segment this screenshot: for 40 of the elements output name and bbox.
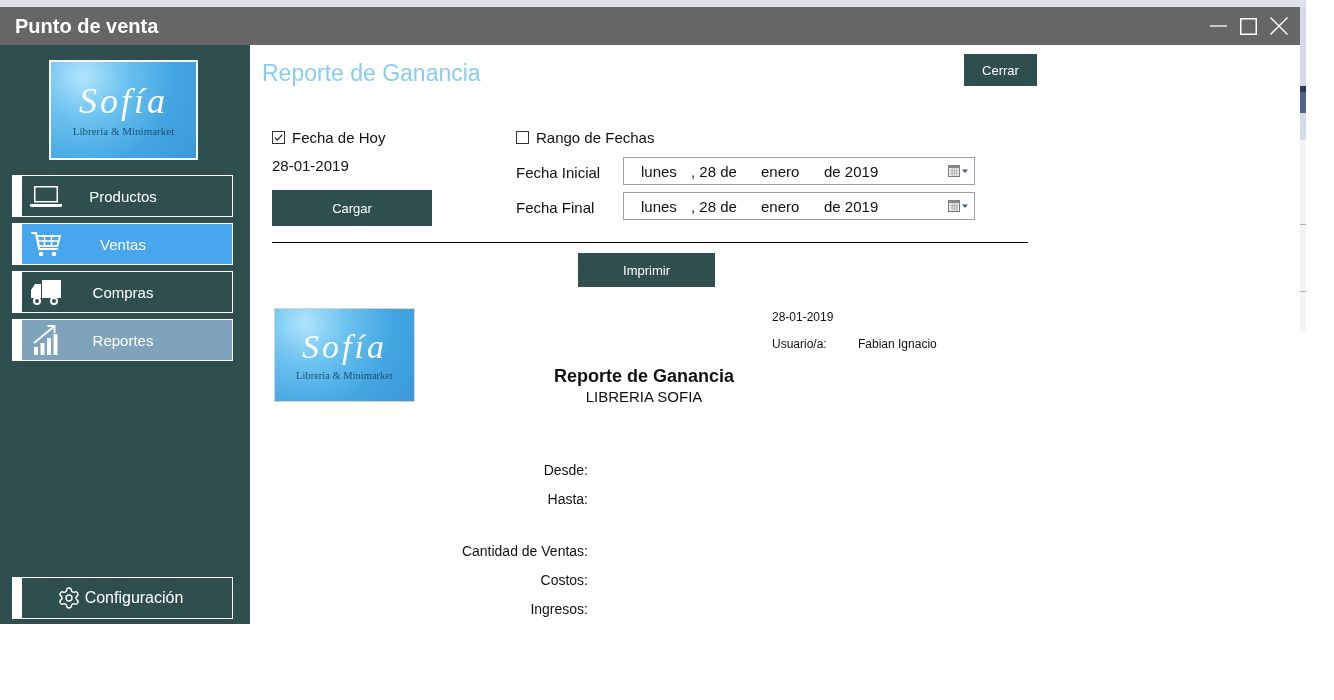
checkbox[interactable]: [516, 130, 529, 144]
report-field-label: Costos:: [540, 571, 588, 590]
calendar-icon[interactable]: [948, 165, 969, 177]
checkbox-label[interactable]: Rango de Fechas: [536, 128, 655, 146]
report-field-label: Hasta:: [547, 490, 588, 509]
bar-chart-icon: [33, 325, 59, 355]
maximize-icon[interactable]: [1240, 17, 1257, 35]
calendar-icon[interactable]: [948, 200, 969, 212]
report-field-label: Cantidad de Ventas:: [461, 542, 588, 561]
logo-tagline: Librería & Minimarket: [72, 125, 175, 137]
settings-icon: [56, 586, 81, 610]
logo-tagline: Librería & Minimarket: [296, 369, 393, 381]
date-picker[interactable]: lunes , 28 de enero de 2019: [623, 192, 975, 220]
report-subtitle: LIBRERIA SOFIA: [585, 387, 703, 407]
date-picker[interactable]: lunes , 28 de enero de 2019: [623, 157, 975, 185]
load-button[interactable]: Cargar: [272, 190, 432, 226]
logo-wordmark: Sofía: [302, 329, 387, 364]
truck-icon: [31, 279, 61, 305]
user-name: Fabian Ignacio: [858, 337, 937, 351]
shopping-cart-icon: [31, 231, 61, 257]
nav-button[interactable]: Compras: [12, 271, 233, 313]
user-label: Usuario/a:: [772, 337, 827, 351]
close-icon[interactable]: [1270, 17, 1288, 35]
field-label: Fecha Inicial: [516, 164, 601, 181]
laptop-icon: [30, 185, 62, 207]
date-text: 28-01-2019: [272, 157, 349, 175]
report-field-label: Ingresos:: [530, 600, 588, 619]
report-date: 28-01-2019: [772, 310, 834, 324]
logo-wordmark: Sofía: [79, 83, 168, 119]
report-field-label: Desde:: [543, 461, 588, 480]
settings-button[interactable]: Configuración: [12, 577, 233, 619]
close-button[interactable]: Cerrar: [964, 54, 1037, 86]
print-button[interactable]: Imprimir: [578, 253, 715, 287]
field-label: Fecha Final: [516, 199, 595, 216]
report-title: Reporte de Ganancia: [553, 365, 735, 387]
checkbox[interactable]: [272, 130, 285, 144]
page-title: Reporte de Ganancia: [262, 60, 481, 86]
window-title: Punto de venta: [15, 14, 159, 38]
checkbox-label[interactable]: Fecha de Hoy: [292, 128, 386, 146]
nav-button[interactable]: Productos: [12, 175, 233, 217]
